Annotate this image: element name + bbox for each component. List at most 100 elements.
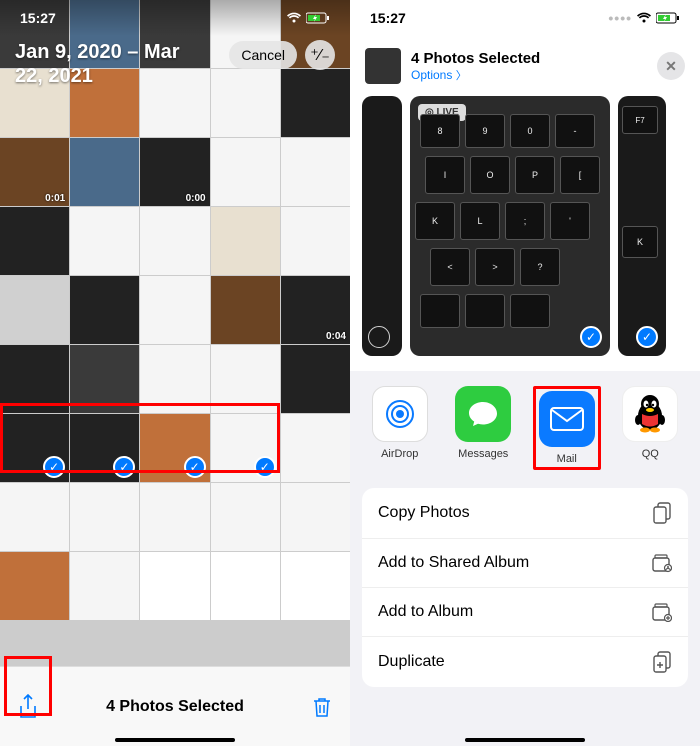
photo-thumb[interactable] bbox=[140, 345, 209, 413]
photo-thumb[interactable] bbox=[0, 552, 69, 620]
share-title: 4 Photos Selected bbox=[411, 50, 647, 67]
share-app-airdrop[interactable]: AirDrop bbox=[366, 386, 434, 470]
status-bar: 15:27 bbox=[0, 0, 350, 36]
action-add-shared-album[interactable]: Add to Shared Album bbox=[362, 539, 688, 588]
photo-thumb[interactable] bbox=[211, 138, 280, 206]
close-button[interactable]: ✕ bbox=[657, 52, 685, 80]
duplicate-icon bbox=[652, 651, 672, 673]
photo-thumb[interactable] bbox=[281, 345, 350, 413]
selection-circle[interactable] bbox=[368, 326, 390, 348]
photo-thumb[interactable] bbox=[0, 207, 69, 275]
photo-thumb[interactable] bbox=[211, 552, 280, 620]
action-copy-photos[interactable]: Copy Photos bbox=[362, 488, 688, 539]
check-icon: ✓ bbox=[43, 456, 65, 478]
share-options-link[interactable]: Options 〉 bbox=[411, 67, 647, 83]
photo-thumb[interactable] bbox=[281, 207, 350, 275]
share-app-row: AirDrop Messages Mail QQ bbox=[350, 386, 700, 488]
photo-thumb[interactable] bbox=[70, 207, 139, 275]
qq-icon bbox=[622, 386, 678, 442]
action-label: Copy Photos bbox=[378, 504, 470, 522]
photo-thumb[interactable] bbox=[0, 483, 69, 551]
adjust-button[interactable]: ⁺⁄₋ bbox=[305, 40, 335, 70]
photo-thumb[interactable]: 0:01 bbox=[0, 138, 69, 206]
preview-thumbnail bbox=[365, 48, 401, 84]
photo-thumb[interactable] bbox=[70, 345, 139, 413]
photos-selection-screen: 15:27 Jan 9, 2020 – Mar 22, 2021 Cancel … bbox=[0, 0, 350, 746]
preview-strip[interactable]: ◎ LIVE 8 9 0 - I O P [ K L ; ' < > ? ✓ F… bbox=[350, 96, 700, 371]
check-icon: ✓ bbox=[254, 456, 276, 478]
home-indicator[interactable] bbox=[465, 738, 585, 742]
messages-icon bbox=[455, 386, 511, 442]
share-button[interactable] bbox=[18, 694, 38, 720]
album-icon bbox=[650, 602, 672, 622]
share-app-qq[interactable]: QQ bbox=[616, 386, 684, 470]
photo-thumb[interactable] bbox=[140, 552, 209, 620]
photo-thumb-selected[interactable]: ✓ bbox=[211, 414, 280, 482]
shared-album-icon bbox=[650, 553, 672, 573]
status-bar: 15:27 •••• bbox=[350, 0, 700, 36]
share-app-messages[interactable]: Messages bbox=[449, 386, 517, 470]
action-duplicate[interactable]: Duplicate bbox=[362, 637, 688, 687]
photo-thumb[interactable] bbox=[70, 276, 139, 344]
photo-thumb[interactable] bbox=[211, 483, 280, 551]
action-label: Add to Shared Album bbox=[378, 554, 529, 572]
video-duration: 0:00 bbox=[186, 193, 206, 204]
cancel-button[interactable]: Cancel bbox=[229, 41, 297, 69]
app-label: AirDrop bbox=[381, 448, 418, 460]
preview-card[interactable]: ◎ LIVE 8 9 0 - I O P [ K L ; ' < > ? ✓ bbox=[410, 96, 610, 356]
photo-thumb[interactable] bbox=[70, 483, 139, 551]
photo-thumb[interactable] bbox=[0, 276, 69, 344]
action-label: Duplicate bbox=[378, 653, 445, 671]
photo-thumb-selected[interactable]: ✓ bbox=[70, 414, 139, 482]
selection-header: Jan 9, 2020 – Mar 22, 2021 Cancel ⁺⁄₋ bbox=[0, 40, 350, 88]
photo-thumb[interactable]: 0:00 bbox=[140, 138, 209, 206]
app-label: Mail bbox=[557, 453, 577, 465]
share-sheet-header: 4 Photos Selected Options 〉 ✕ bbox=[350, 36, 700, 96]
photo-thumb[interactable] bbox=[140, 276, 209, 344]
share-sheet-screen: 15:27 •••• 4 Photos Selected Options 〉 ✕… bbox=[350, 0, 700, 746]
photo-thumb[interactable] bbox=[70, 138, 139, 206]
mail-icon bbox=[539, 391, 595, 447]
status-time: 15:27 bbox=[370, 10, 406, 26]
check-icon[interactable]: ✓ bbox=[580, 326, 602, 348]
photo-thumb[interactable] bbox=[0, 345, 69, 413]
chevron-right-icon: 〉 bbox=[456, 70, 467, 82]
photo-thumb-selected[interactable]: ✓ bbox=[0, 414, 69, 482]
video-duration: 0:01 bbox=[45, 193, 65, 204]
preview-card[interactable] bbox=[362, 96, 402, 356]
check-icon[interactable]: ✓ bbox=[636, 326, 658, 348]
check-icon: ✓ bbox=[113, 456, 135, 478]
check-icon: ✓ bbox=[184, 456, 206, 478]
photo-thumb[interactable] bbox=[211, 207, 280, 275]
photo-thumb[interactable] bbox=[211, 276, 280, 344]
status-time: 15:27 bbox=[20, 10, 56, 26]
status-indicators bbox=[286, 12, 330, 24]
selection-count: 4 Photos Selected bbox=[106, 698, 244, 716]
photo-thumb[interactable] bbox=[140, 207, 209, 275]
status-indicators: •••• bbox=[608, 10, 680, 26]
delete-button[interactable] bbox=[312, 696, 332, 718]
photo-thumb[interactable] bbox=[281, 483, 350, 551]
video-duration: 0:04 bbox=[326, 331, 346, 342]
preview-card[interactable]: F7 K ✓ bbox=[618, 96, 666, 356]
app-label: QQ bbox=[642, 448, 659, 460]
photo-thumb[interactable] bbox=[281, 414, 350, 482]
share-icon bbox=[18, 694, 38, 720]
photo-thumb[interactable] bbox=[281, 552, 350, 620]
photo-thumb-selected[interactable]: ✓ bbox=[140, 414, 209, 482]
action-add-album[interactable]: Add to Album bbox=[362, 588, 688, 637]
copy-icon bbox=[652, 502, 672, 524]
share-app-mail[interactable]: Mail bbox=[533, 386, 601, 470]
photo-thumb[interactable] bbox=[281, 138, 350, 206]
photo-grid[interactable]: 0:01 0:00 0:04 ✓ ✓ ✓ ✓ bbox=[0, 0, 350, 666]
sliders-icon: ⁺⁄₋ bbox=[310, 45, 330, 65]
home-indicator[interactable] bbox=[115, 738, 235, 742]
wifi-icon bbox=[636, 12, 652, 24]
photo-thumb[interactable] bbox=[70, 552, 139, 620]
action-label: Add to Album bbox=[378, 603, 473, 621]
battery-icon bbox=[306, 12, 330, 24]
battery-icon bbox=[656, 12, 680, 24]
photo-thumb[interactable]: 0:04 bbox=[281, 276, 350, 344]
photo-thumb[interactable] bbox=[211, 345, 280, 413]
photo-thumb[interactable] bbox=[140, 483, 209, 551]
